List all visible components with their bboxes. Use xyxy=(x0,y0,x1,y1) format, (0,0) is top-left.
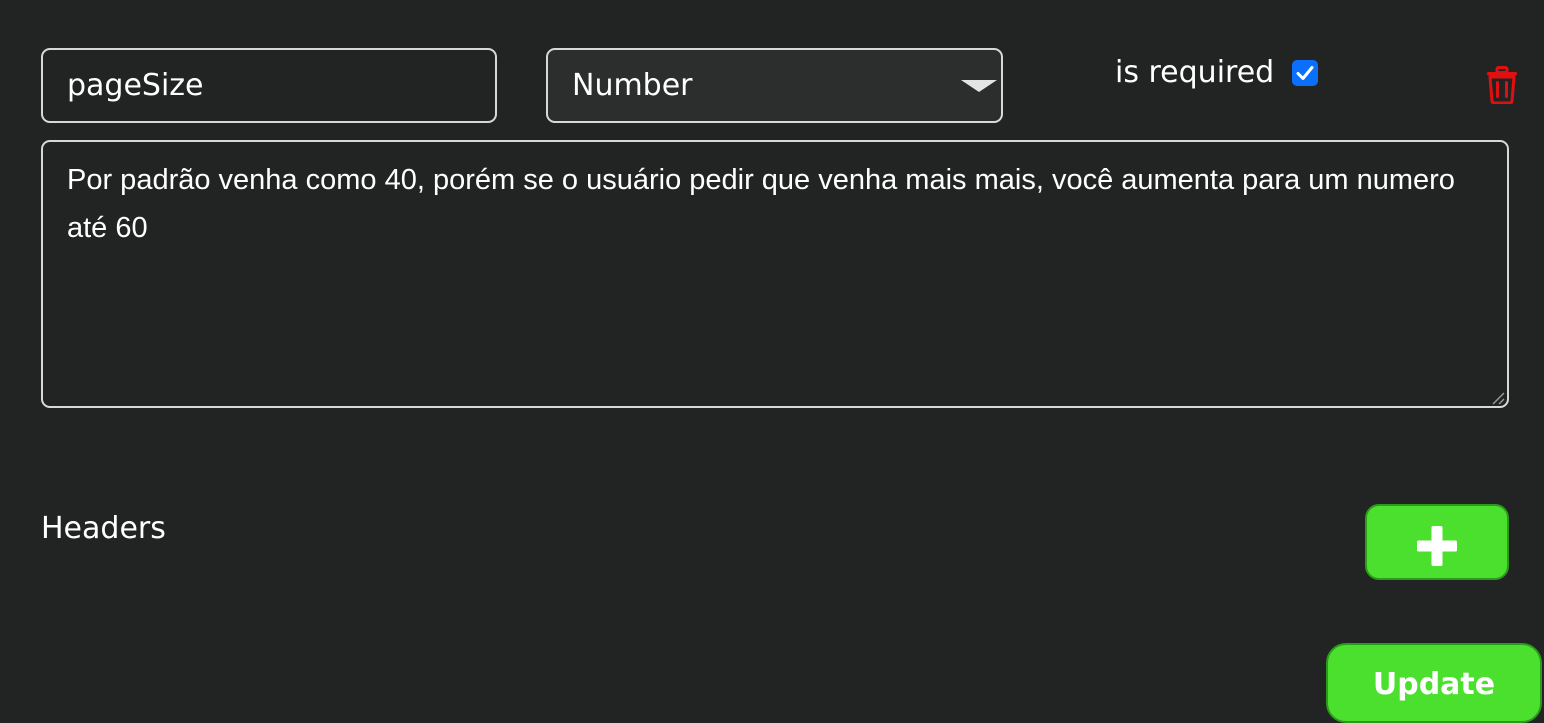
param-type-select[interactable]: Number xyxy=(546,48,1003,123)
caret-down-icon xyxy=(961,80,997,92)
checkmark-icon xyxy=(1296,66,1314,80)
is-required-label: is required xyxy=(1115,55,1275,90)
resize-handle-icon[interactable] xyxy=(1491,391,1505,405)
param-description-textarea[interactable]: Por padrão venha como 40, porém se o usu… xyxy=(41,140,1509,408)
add-header-button[interactable] xyxy=(1365,504,1509,580)
is-required-checkbox[interactable] xyxy=(1292,60,1318,86)
delete-param-button[interactable] xyxy=(1486,66,1518,105)
trash-icon xyxy=(1487,66,1517,105)
headers-section-label: Headers xyxy=(41,511,166,546)
update-button[interactable]: Update xyxy=(1326,643,1542,723)
update-button-label: Update xyxy=(1372,667,1496,702)
param-name-input[interactable] xyxy=(41,48,497,123)
plus-icon xyxy=(1417,526,1457,566)
param-type-value: Number xyxy=(572,68,693,103)
